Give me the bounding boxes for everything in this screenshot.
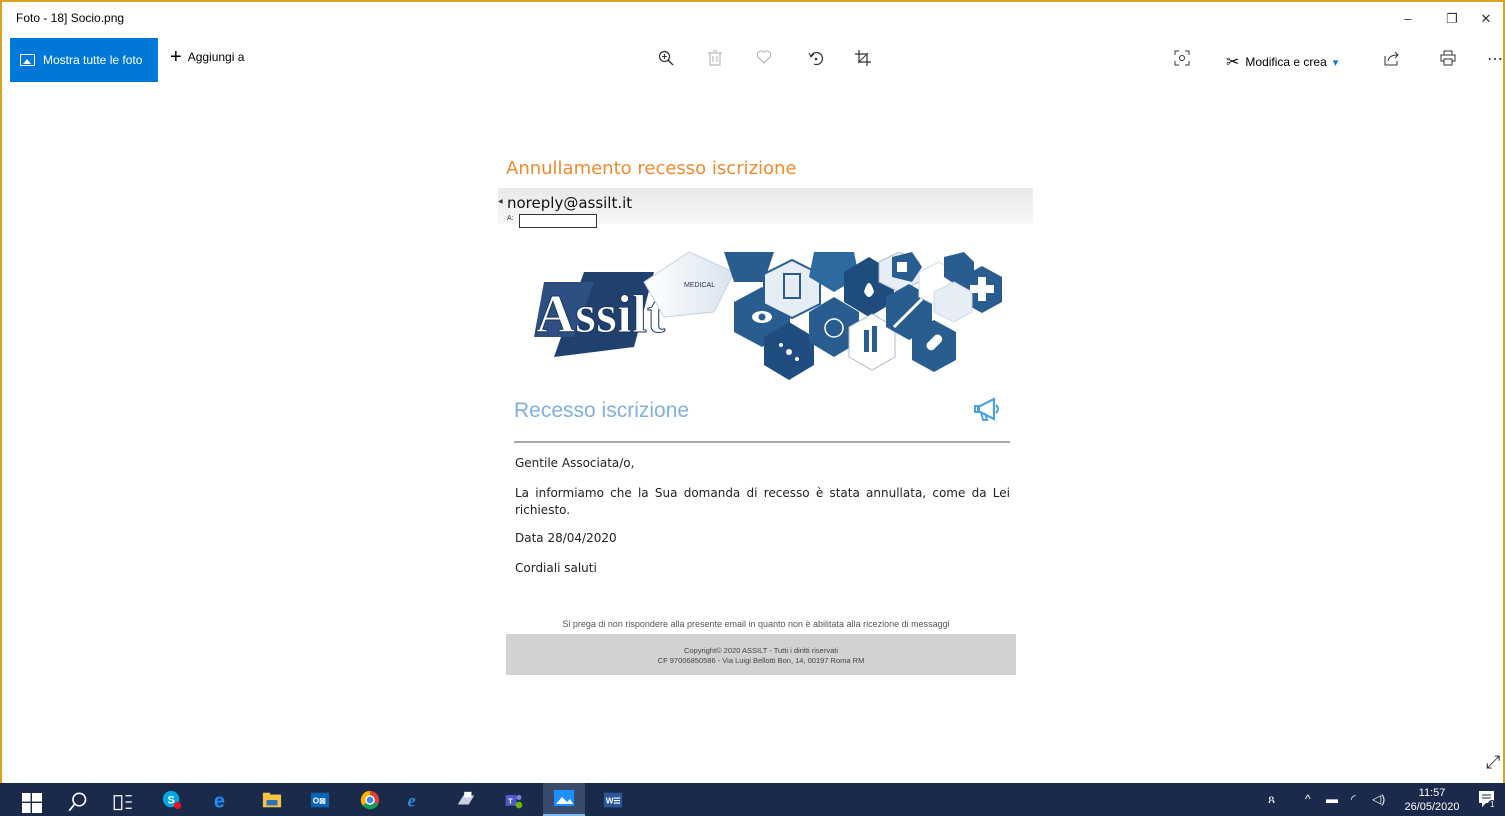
internet-explorer-icon[interactable]: e [406,790,426,810]
photo-icon [20,54,35,66]
svg-text:T: T [508,796,513,805]
scissors-icon: ✂ [1226,54,1240,71]
edit-create-label: Modifica e crea [1245,55,1327,69]
svg-text:S: S [167,795,174,807]
megaphone-icon [974,397,999,421]
zoom-in-icon[interactable] [656,50,676,70]
clock-date: 26/05/2020 [1404,801,1460,813]
fullscreen-expand-icon[interactable]: ⤢ [1486,752,1500,773]
crop-icon[interactable] [853,50,873,70]
volume-icon[interactable]: ◁) [1372,792,1385,806]
enhance-icon[interactable] [1172,50,1192,70]
photos-icon [554,790,574,806]
battery-icon[interactable]: ▬ [1326,792,1338,806]
closing-text: Cordiali saluti [515,561,597,575]
title-bar: Foto - 18] Socio.png – ❐ ✕ [2,2,1503,36]
add-to-button[interactable]: + Aggiungi a [170,46,245,68]
window-title: Foto - 18] Socio.png [16,11,125,25]
clock[interactable]: 11:57 26/05/2020 [1397,786,1467,814]
add-to-label: Aggiungi a [187,50,245,64]
photos-taskbar-button-active[interactable] [543,783,585,816]
greeting-text: Gentile Associata/o, [515,456,635,470]
sender-header: ◀ noreply@assilt.it A: [498,188,1033,228]
task-view-icon[interactable] [113,792,133,812]
word-icon[interactable]: W☰ [603,790,623,810]
search-icon[interactable] [68,792,88,812]
wifi-icon[interactable]: ◜ [1351,792,1356,806]
close-button[interactable]: ✕ [1476,10,1496,28]
print-icon[interactable] [1438,50,1458,70]
plus-icon: + [170,46,182,68]
banner-logo-text: Assilt [536,284,665,344]
rotate-icon[interactable] [806,50,826,70]
chevron-down-icon: ▾ [1332,56,1339,69]
chrome-icon[interactable] [360,790,380,810]
copyright-line-1: Copyright© 2020 ASSILT - Tutti i diritti… [683,646,839,655]
date-line: Data 28/04/2020 [515,531,617,545]
to-label: A: [507,215,514,222]
notification-center-button[interactable]: 1 [1478,790,1498,810]
sender-address: noreply@assilt.it [507,194,633,212]
favorite-icon[interactable] [754,50,774,70]
fax-scanner-icon[interactable] [456,790,476,810]
chevron-up-icon[interactable]: ^ [1305,792,1311,806]
delete-icon[interactable] [705,50,725,70]
edit-create-button[interactable]: ✂ Modifica e crea ▾ [1226,52,1338,72]
copyright-line-2: CF 97006850586 - Via Luigi Bellotti Bon,… [657,656,865,665]
show-all-label: Mostra tutte le foto [43,53,143,67]
edge-icon[interactable]: e [213,790,233,810]
toolbar: Mostra tutte le foto + Aggiungi a ✂ Modi… [2,36,1503,82]
message-paragraph: La informiamo che la Sua domanda di rece… [515,486,1010,517]
assilt-banner-image: Assilt MEDICAL [514,252,1014,384]
windows-start-icon[interactable] [22,793,42,813]
more-icon[interactable]: ⋯ [1485,50,1505,70]
svg-text:e: e [214,790,225,810]
restore-button[interactable]: ❐ [1442,10,1462,28]
copyright-footer: Copyright© 2020 ASSILT - Tutti i diritti… [506,634,1016,675]
clock-time: 11:57 [1418,787,1446,799]
svg-text:W☰: W☰ [606,797,621,806]
recipient-redacted-box [519,214,597,228]
section-title: Recesso iscrizione [514,399,690,422]
file-explorer-icon[interactable] [262,790,282,810]
share-icon[interactable] [1382,50,1402,70]
teams-icon[interactable]: T [504,790,524,810]
minimize-button[interactable]: – [1398,10,1418,28]
photos-app-window: Foto - 18] Socio.png – ❐ ✕ Mostra tutte … [0,0,1505,783]
show-all-photos-button[interactable]: Mostra tutte le foto [10,38,158,82]
people-icon[interactable]: ጸ [1268,792,1275,807]
no-reply-note: Si prega di non rispondere alla presente… [562,619,950,629]
svg-text:O⊠: O⊠ [313,797,326,806]
collapse-arrow-icon[interactable]: ◀ [498,198,503,205]
outlook-icon[interactable]: O⊠ [310,790,330,810]
svg-text:e: e [408,791,416,810]
skype-icon[interactable]: S [162,790,182,810]
email-subject: Annullamento recesso iscrizione [506,158,797,179]
taskbar: S e O⊠ e T W☰ ጸ ^ ▬ ◜ ◁) 11:57 26/05/202… [0,783,1505,816]
section-divider [514,441,1010,443]
banner-medical-label: MEDICAL [684,282,715,289]
